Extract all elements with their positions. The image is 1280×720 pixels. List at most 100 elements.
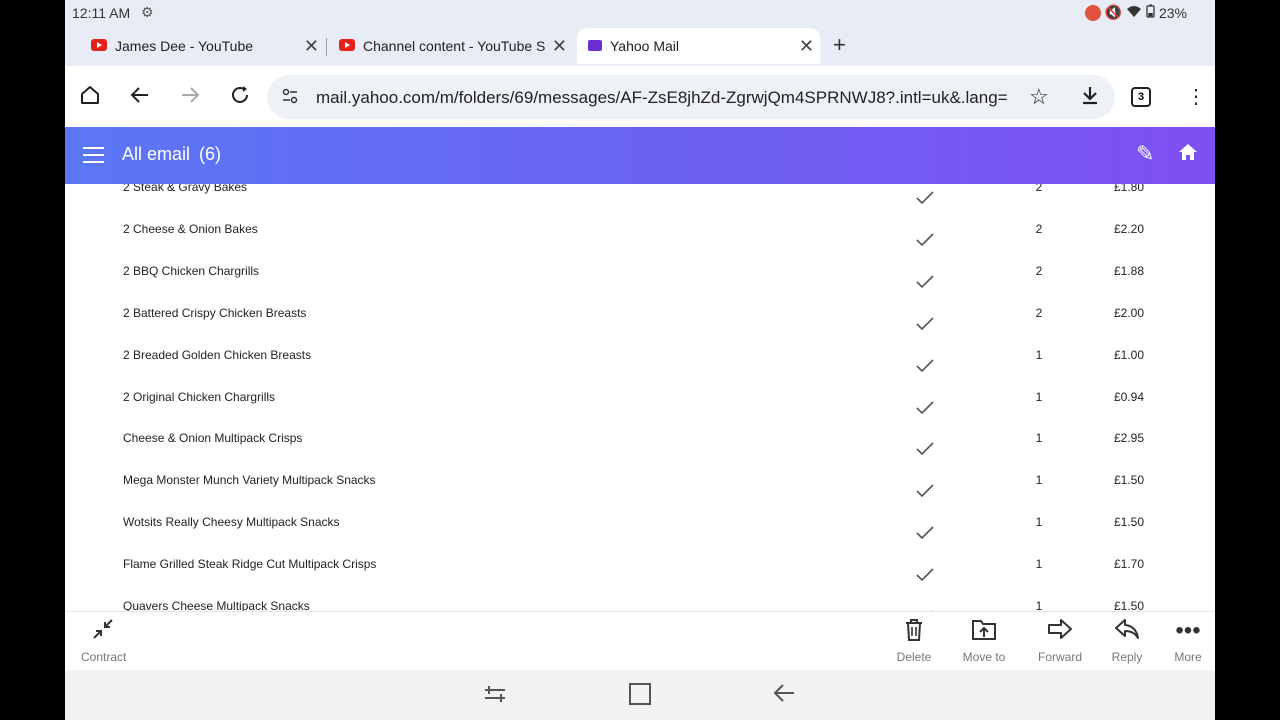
item-row: 2 Cheese & Onion Bakes 2 £2.20 — [65, 222, 1215, 264]
item-row: 2 Battered Crispy Chicken Breasts 2 £2.00 — [65, 306, 1215, 348]
item-name: Flame Grilled Steak Ridge Cut Multipack … — [123, 557, 377, 572]
tab-separator — [326, 38, 327, 56]
reload-icon[interactable] — [229, 84, 251, 112]
delete-button[interactable]: Delete — [893, 618, 935, 664]
item-price: £2.00 — [1114, 305, 1145, 320]
item-name: Wotsits Really Cheesy Multipack Snacks — [123, 515, 340, 530]
item-price: £1.80 — [1114, 184, 1145, 194]
item-price: £1.50 — [1114, 599, 1145, 611]
item-quantity: 2 — [1035, 305, 1043, 320]
record-icon — [1084, 4, 1101, 21]
item-quantity: 2 — [1035, 221, 1043, 236]
item-quantity: 2 — [1035, 184, 1043, 194]
checkmark-icon — [915, 524, 935, 540]
tab-title: Yahoo Mail — [610, 38, 680, 54]
download-icon[interactable] — [1079, 84, 1101, 112]
site-settings-icon[interactable] — [281, 87, 299, 110]
message-action-bar: Contract Delete Move to Forward Reply ••… — [65, 611, 1215, 670]
home-nav-icon[interactable] — [628, 682, 652, 712]
status-time: 12:11 AM — [72, 5, 131, 21]
close-icon[interactable]: ✕ — [552, 36, 567, 57]
contract-icon — [81, 618, 125, 648]
trash-icon — [893, 618, 935, 648]
mute-icon: 🔇 — [1104, 4, 1122, 20]
checkmark-icon — [915, 482, 935, 498]
item-row: 2 BBQ Chicken Chargrills 2 £1.88 — [65, 264, 1215, 306]
contract-button[interactable]: Contract — [81, 618, 127, 664]
compose-icon[interactable]: ✎ — [1136, 141, 1154, 167]
folder-name: All email — [122, 144, 191, 164]
item-row: Mega Monster Munch Variety Multipack Sna… — [65, 473, 1215, 515]
reply-button[interactable]: Reply — [1109, 618, 1145, 664]
checkmark-icon — [915, 440, 935, 456]
forward-icon[interactable] — [179, 84, 201, 112]
checkmark-icon — [915, 357, 935, 373]
item-name: 2 Breaded Golden Chicken Breasts — [123, 347, 312, 362]
item-price: £1.50 — [1114, 473, 1145, 488]
item-row: Quavers Cheese Multipack Snacks 1 £1.50 — [65, 599, 1215, 611]
tab-yahoo-mail[interactable]: Yahoo Mail ✕ — [577, 28, 820, 64]
forward-button[interactable]: Forward — [1035, 618, 1085, 664]
item-price: £0.94 — [1114, 389, 1145, 404]
item-price: £2.95 — [1114, 431, 1145, 446]
contract-label: Contract — [81, 650, 127, 664]
folder-count: (6) — [199, 144, 222, 164]
email-item-list: 2 Steak & Gravy Bakes 2 £1.80 2 Cheese & On… — [65, 184, 1215, 611]
move-folder-icon — [959, 618, 1009, 648]
item-quantity: 1 — [1035, 557, 1043, 572]
close-icon[interactable]: ✕ — [304, 36, 319, 57]
gear-icon: ⚙ — [141, 4, 154, 20]
delete-label: Delete — [896, 650, 932, 664]
item-name: 2 BBQ Chicken Chargrills — [123, 263, 260, 278]
tab-switcher-icon[interactable]: 3 — [1131, 87, 1151, 107]
more-label: More — [1174, 650, 1202, 664]
recents-icon[interactable] — [483, 682, 507, 710]
status-icons: 🔇 23% — [1084, 4, 1187, 21]
item-name: 2 Original Chicken Chargrills — [123, 389, 276, 404]
device-screen: 12:11 AM ⚙ 🔇 23% James Dee - YouTube ✕ C… — [65, 0, 1215, 720]
back-icon[interactable] — [129, 84, 151, 112]
status-bar: 12:11 AM ⚙ 🔇 23% — [65, 0, 1215, 26]
close-icon[interactable]: ✕ — [799, 36, 814, 57]
back-nav-icon[interactable] — [772, 682, 796, 710]
forward-arrow-icon — [1035, 618, 1085, 648]
hamburger-icon[interactable] — [83, 147, 104, 163]
item-name: Quavers Cheese Multipack Snacks — [123, 599, 310, 611]
item-quantity: 1 — [1035, 347, 1043, 362]
item-quantity: 1 — [1035, 431, 1043, 446]
checkmark-icon — [915, 231, 935, 247]
item-name: 2 Battered Crispy Chicken Breasts — [123, 305, 307, 320]
yahoo-mail-icon — [588, 40, 602, 51]
url-text[interactable]: mail.yahoo.com/m/folders/69/messages/AF-… — [316, 88, 1008, 108]
address-bar[interactable]: mail.yahoo.com/m/folders/69/messages/AF-… — [267, 75, 1115, 119]
more-dots-icon: ••• — [1175, 617, 1201, 644]
move-to-button[interactable]: Move to — [959, 618, 1009, 664]
tab-james-dee[interactable]: James Dee - YouTube ✕ — [89, 28, 325, 64]
checkmark-icon — [915, 566, 935, 582]
battery-level: 23% — [1158, 4, 1187, 21]
reply-label: Reply — [1111, 650, 1143, 664]
more-button[interactable]: ••• More — [1171, 617, 1205, 665]
item-name: 2 Steak & Gravy Bakes — [123, 184, 248, 194]
menu-icon[interactable]: ⋮ — [1186, 84, 1206, 109]
checkmark-icon — [915, 273, 935, 289]
checkmark-icon — [915, 189, 935, 205]
item-row: Cheese & Onion Multipack Crisps 1 £2.95 — [65, 431, 1215, 473]
item-quantity: 1 — [1035, 515, 1043, 530]
item-row: 2 Steak & Gravy Bakes 2 £1.80 — [65, 184, 1215, 222]
tab-channel-content[interactable]: Channel content - YouTube Studio ✕ — [337, 28, 573, 64]
bookmark-star-icon[interactable]: ☆ — [1029, 84, 1049, 110]
folder-title: All email (6) — [122, 144, 221, 165]
item-row: 2 Breaded Golden Chicken Breasts 1 £1.00 — [65, 348, 1215, 390]
item-price: £1.88 — [1114, 263, 1145, 278]
tab-title: James Dee - YouTube — [115, 38, 254, 54]
item-price: £1.70 — [1114, 557, 1145, 572]
home-icon[interactable] — [79, 84, 101, 112]
item-row: Flame Grilled Steak Ridge Cut Multipack … — [65, 557, 1215, 599]
new-tab-icon[interactable]: + — [833, 32, 846, 58]
item-quantity: 2 — [1035, 263, 1043, 278]
tab-title: Channel content - YouTube Studio — [363, 38, 545, 54]
mail-home-icon[interactable] — [1177, 141, 1199, 168]
wifi-icon — [1126, 4, 1142, 21]
browser-toolbar: mail.yahoo.com/m/folders/69/messages/AF-… — [65, 66, 1215, 127]
